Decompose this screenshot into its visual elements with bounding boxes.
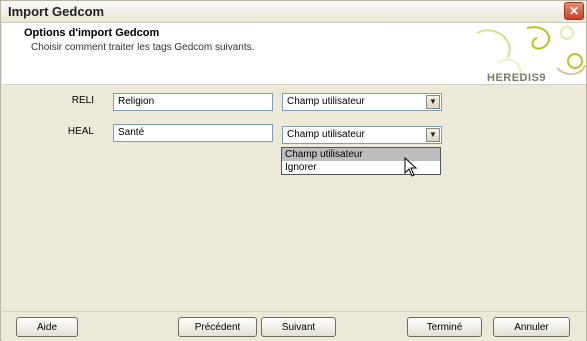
dialog-header: Options d'import Gedcom Choisir comment … (2, 23, 586, 85)
next-button[interactable]: Suivant (261, 317, 336, 337)
title-bar: Import Gedcom ✕ (1, 1, 586, 23)
tag-action-select-heal[interactable]: Champ utilisateur ▼ (282, 126, 442, 144)
chevron-down-icon[interactable]: ▼ (426, 95, 440, 109)
dialog-footer: Aide Précédent Suivant Terminé Annuler (2, 311, 586, 341)
mouse-cursor-icon (404, 157, 418, 177)
header-title: Options d'import Gedcom (24, 27, 160, 39)
help-button[interactable]: Aide (16, 317, 78, 337)
import-gedcom-dialog: Import Gedcom ✕ Options d'import Gedcom … (0, 0, 587, 341)
cancel-button[interactable]: Annuler (493, 317, 570, 337)
tag-name-field-reli[interactable]: Religion (113, 93, 273, 111)
header-subtitle: Choisir comment traiter les tags Gedcom … (31, 42, 255, 53)
close-icon[interactable]: ✕ (564, 2, 584, 20)
tag-action-select-reli[interactable]: Champ utilisateur ▼ (282, 93, 442, 111)
tag-label-heal: HEAL (67, 126, 94, 137)
tag-label-reli: RELI (71, 95, 94, 106)
select-value: Champ utilisateur (287, 96, 365, 107)
select-value: Champ utilisateur (287, 129, 365, 140)
window-title: Import Gedcom (8, 4, 105, 19)
finish-button[interactable]: Terminé (407, 317, 482, 337)
chevron-down-icon[interactable]: ▼ (426, 128, 440, 142)
tag-options-area: RELI Religion Champ utilisateur ▼ HEAL S… (2, 85, 586, 311)
previous-button[interactable]: Précédent (178, 317, 257, 337)
heredis-logo: HEREDIS9 (487, 72, 547, 84)
tag-name-field-heal[interactable]: Santé (113, 124, 273, 142)
